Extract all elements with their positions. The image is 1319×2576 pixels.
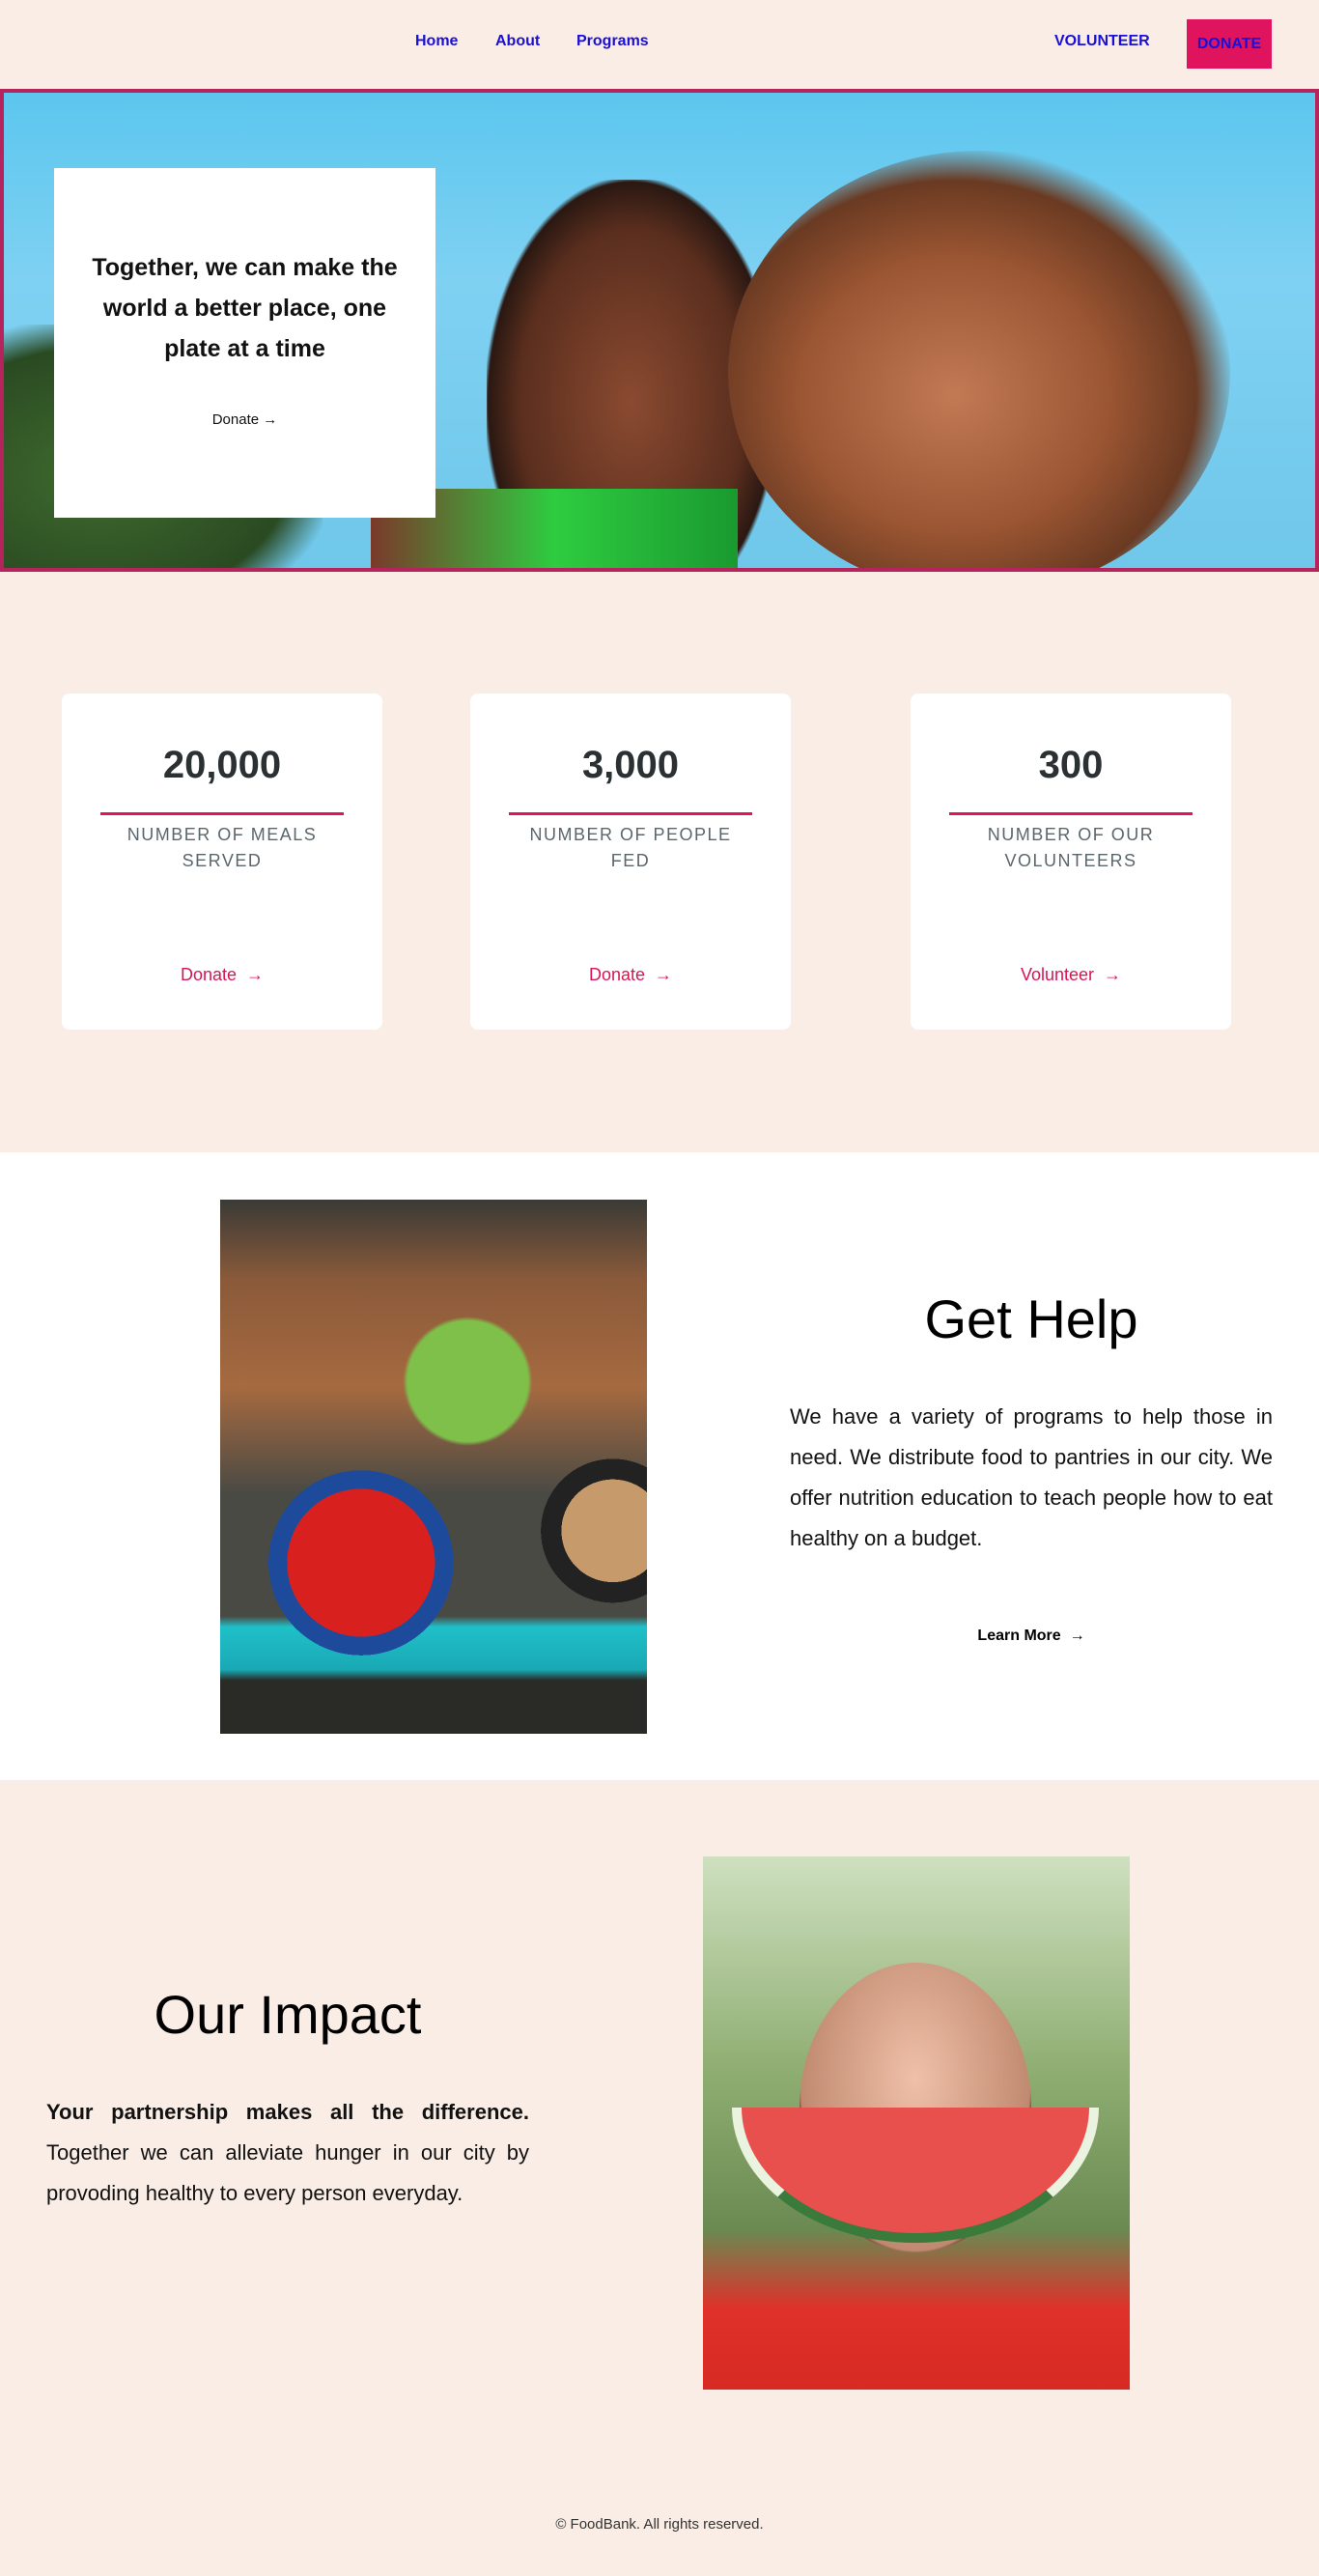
learn-more-link[interactable]: Learn More →	[790, 1628, 1273, 1645]
vegetables-photo	[220, 1200, 647, 1734]
link-label: Donate	[588, 965, 646, 984]
divider	[100, 812, 344, 815]
arrow-right-icon: →	[1069, 1628, 1085, 1644]
stat-card-meals: 20,000 NUMBER OF MEALS SERVED Donate →	[62, 694, 382, 1030]
link-label: Volunteer	[1020, 965, 1095, 984]
arrow-right-icon: →	[263, 411, 278, 428]
get-help-title: Get Help	[924, 1288, 1138, 1349]
stat-label: NUMBER OF OUR VOLUNTEERS	[987, 825, 1155, 870]
nav-programs[interactable]: Programs	[576, 33, 649, 50]
impact-bold: Your partnership makes all the differenc…	[46, 2100, 529, 2124]
stat-label: NUMBER OF PEOPLE FED	[529, 825, 732, 870]
stat-card-people: 3,000 NUMBER OF PEOPLE FED Donate →	[470, 694, 791, 1030]
donate-button[interactable]: DONATE	[1187, 19, 1272, 69]
hero-donate-label: Donate	[211, 411, 260, 428]
stat-label: NUMBER OF MEALS SERVED	[126, 825, 318, 870]
impact-body: Together we can alleviate hunger in our …	[46, 2140, 529, 2205]
stat-donate-link[interactable]: Donate →	[62, 965, 382, 985]
stat-number: 20,000	[162, 744, 282, 786]
stat-number: 3,000	[581, 744, 680, 786]
get-help-section: Get Help We have a variety of programs t…	[0, 1152, 1319, 1780]
impact-text: Your partnership makes all the differenc…	[46, 2092, 529, 2214]
get-help-text: We have a variety of programs to help th…	[790, 1404, 1273, 1550]
stat-number: 300	[1038, 744, 1104, 786]
footer-copyright: © FoodBank. All rights reserved.	[555, 2516, 764, 2533]
link-label: Learn More	[977, 1628, 1061, 1644]
hero-donate-link[interactable]: Donate →	[54, 411, 435, 428]
arrow-right-icon: →	[1104, 965, 1122, 984]
hero-card: Together, we can make the world a better…	[54, 168, 435, 518]
link-label: Donate	[180, 965, 238, 984]
nav-about[interactable]: About	[495, 33, 540, 50]
nav-home[interactable]: Home	[415, 33, 458, 50]
stat-volunteer-link[interactable]: Volunteer →	[911, 965, 1231, 985]
divider	[949, 812, 1193, 815]
arrow-right-icon: →	[246, 965, 265, 984]
divider	[509, 812, 752, 815]
arrow-right-icon: →	[655, 965, 673, 984]
hero-title: Together, we can make the world a better…	[92, 254, 398, 362]
hero-photo-person-right	[728, 151, 1230, 568]
stat-donate-link[interactable]: Donate →	[470, 965, 791, 985]
watermelon-photo	[703, 1856, 1130, 2390]
impact-section: Our Impact Your partnership makes all th…	[0, 1780, 1319, 2534]
stat-card-volunteers: 300 NUMBER OF OUR VOLUNTEERS Volunteer →	[911, 694, 1231, 1030]
impact-title: Our Impact	[154, 1984, 422, 2045]
nav-volunteer[interactable]: VOLUNTEER	[1054, 33, 1150, 50]
